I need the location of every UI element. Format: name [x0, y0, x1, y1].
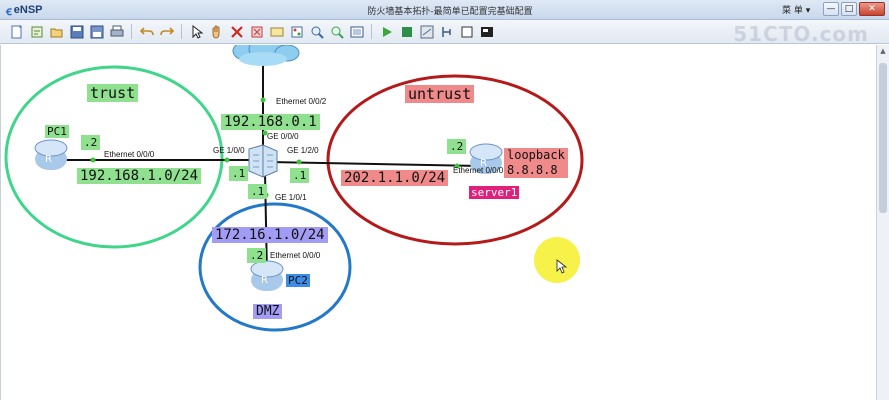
cloud-port-label: Ethernet 0/0/2	[276, 97, 327, 106]
server1-port-label: Ethernet 0/0/0	[453, 166, 504, 175]
palette-icon[interactable]	[289, 24, 304, 39]
text-note-icon[interactable]	[269, 24, 284, 39]
save-as-icon[interactable]	[89, 24, 104, 39]
ensp-logo-icon: ꞓ	[6, 3, 12, 18]
redo-icon[interactable]	[159, 24, 174, 39]
server1-addr-tag: .2	[447, 139, 467, 154]
vertical-scrollbar[interactable]: ▲	[876, 45, 889, 400]
fw-g120-port-label: GE 1/2/0	[287, 146, 319, 155]
maximize-button[interactable]: □	[841, 2, 857, 16]
fw-g101-port-label: GE 1/0/1	[275, 193, 307, 202]
loopback-title: loopback	[507, 148, 565, 162]
toolbar-separator	[181, 24, 182, 39]
fw-g000-port-label: GE 0/0/0	[267, 132, 299, 141]
port-dot	[90, 157, 96, 163]
loopback-label: loopback 8.8.8.8	[504, 148, 568, 178]
fw-right-addr-tag: .1	[290, 168, 310, 183]
pc2-name-label: PC2	[286, 274, 310, 287]
port-dot	[224, 157, 230, 163]
pc1-port-label: Ethernet 0/0/0	[104, 150, 155, 159]
untrust-zone-label: untrust	[405, 85, 475, 103]
app-name: eNSP	[13, 4, 43, 16]
topology-canvas[interactable]: R R R trust untrust DMZ 192.168.0.1 192.…	[0, 45, 876, 400]
select-pointer-icon[interactable]	[189, 24, 204, 39]
pc2-addr-tag: .2	[247, 248, 267, 263]
pc2-port-label: Ethernet 0/0/0	[270, 251, 321, 260]
fw-left-addr-tag: .1	[229, 166, 249, 181]
pan-hand-icon[interactable]	[209, 24, 224, 39]
toolbar-separator	[131, 24, 132, 39]
save-icon[interactable]	[69, 24, 84, 39]
dmz-network-label: 172.16.1.0/24	[212, 227, 328, 243]
start-device-icon[interactable]	[379, 24, 394, 39]
port-dot	[260, 97, 266, 103]
mgmt-ip-label: 192.168.0.1	[221, 114, 320, 130]
delete-link-icon[interactable]	[249, 24, 264, 39]
window-title: 防火墙基本拓扑-最简单已配置完基础配置	[367, 7, 533, 17]
fit-view-icon[interactable]	[349, 24, 364, 39]
delete-icon[interactable]	[229, 24, 244, 39]
fw-down-addr-tag: .1	[248, 184, 268, 199]
pc1-router-icon[interactable]: R	[34, 139, 68, 170]
port-dot	[296, 159, 302, 165]
loopback-ip: 8.8.8.8	[507, 163, 558, 177]
fw-g100-port-label: GE 1/0/0	[213, 146, 245, 155]
new-from-template-icon[interactable]	[29, 24, 44, 39]
main-menu-button[interactable]: 菜 单 ▾	[782, 3, 810, 16]
dmz-zone-label: DMZ	[253, 304, 283, 319]
new-topology-icon[interactable]	[9, 24, 24, 39]
capture-icon[interactable]	[419, 24, 434, 39]
cloud-icon[interactable]	[232, 45, 300, 66]
pc1-addr-tag: .2	[81, 135, 101, 150]
close-button[interactable]: ✕	[859, 2, 885, 16]
trust-network-label: 192.168.1.0/24	[77, 168, 202, 184]
svg-text:R: R	[261, 275, 268, 286]
scroll-up-icon[interactable]: ▲	[878, 47, 888, 57]
server1-name-label: server1	[469, 186, 520, 199]
window-controls: — □ ✕	[823, 2, 885, 16]
trust-zone-label: trust	[87, 84, 139, 102]
zoom-out-icon[interactable]	[329, 24, 344, 39]
watermark: 51CTO.com	[733, 22, 869, 46]
mouse-cursor-icon	[534, 237, 580, 283]
fullscreen-icon[interactable]	[479, 24, 494, 39]
open-file-icon[interactable]	[49, 24, 64, 39]
untrust-network-label: 202.1.1.0/24	[341, 170, 449, 186]
undo-icon[interactable]	[139, 24, 154, 39]
toolbar-separator	[371, 24, 372, 39]
console-icon[interactable]	[459, 24, 474, 39]
print-icon[interactable]	[109, 24, 124, 39]
svg-text:R: R	[45, 154, 52, 165]
firewall-icon[interactable]	[248, 144, 278, 178]
topology-grid-icon[interactable]	[439, 24, 454, 39]
title-bar: ꞓ eNSP 防火墙基本拓扑-最简单已配置完基础配置 菜 单 ▾ — □ ✕	[0, 0, 889, 20]
minimize-button[interactable]: —	[823, 2, 839, 16]
stop-device-icon[interactable]	[399, 24, 414, 39]
zoom-in-icon[interactable]	[309, 24, 324, 39]
scroll-thumb[interactable]	[879, 63, 887, 213]
pc2-router-icon[interactable]: R	[250, 260, 284, 291]
app-logo: ꞓ eNSP	[6, 3, 43, 18]
pc1-name-label: PC1	[45, 125, 69, 138]
